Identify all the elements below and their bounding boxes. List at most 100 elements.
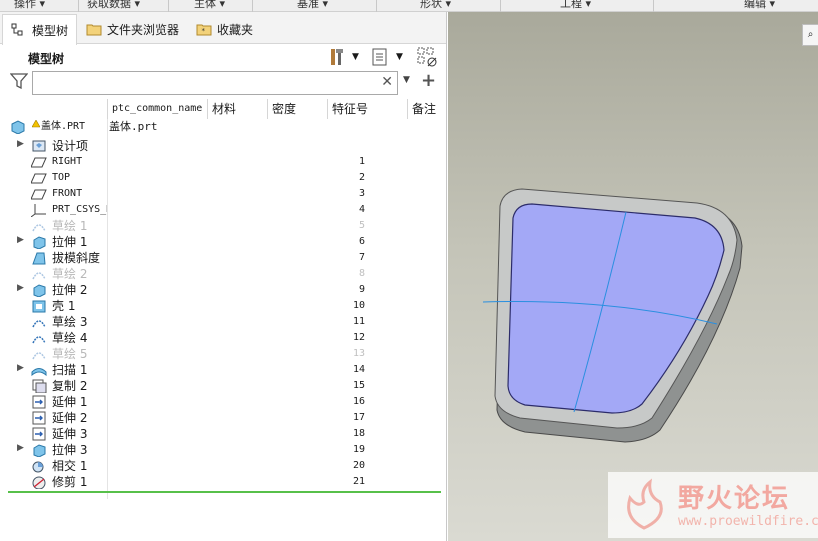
feature-number: 13 (352, 348, 365, 359)
expand-arrow-icon[interactable]: ▶ (17, 235, 24, 245)
feature-number: 15 (352, 380, 365, 391)
csys-icon (31, 204, 46, 217)
tree-row[interactable]: 延伸 1 16 (0, 394, 446, 410)
clear-icon[interactable]: ✕ (381, 74, 393, 90)
tree-row[interactable]: ▶ 拉伸 1 6 (0, 234, 446, 250)
tree-row-label: 拉伸 1 (52, 235, 88, 249)
datum-plane-icon (31, 189, 47, 200)
tab-model-tree[interactable]: 模型树 (2, 14, 78, 45)
feature-number: 12 (352, 332, 365, 343)
tree-row[interactable]: 延伸 2 17 (0, 410, 446, 426)
ribbon-group-engineering[interactable]: 工程 ▾ (560, 0, 591, 10)
tree-row[interactable]: ▶ 拉伸 2 9 (0, 282, 446, 298)
surface-patch (507, 203, 725, 414)
tree-row[interactable]: FRONT 3 (0, 186, 446, 202)
part-icon (11, 120, 25, 134)
sketch-icon (32, 224, 46, 232)
tree-row-label: 扫描 1 (52, 363, 88, 377)
tab-label: 文件夹浏览器 (107, 22, 180, 37)
feature-number: 20 (352, 460, 365, 471)
zoom-icon[interactable]: ⌕ (802, 24, 818, 46)
tab-label: 收藏夹 (217, 22, 254, 37)
design-items-icon (32, 140, 46, 152)
tree-row-label: 延伸 2 (52, 411, 88, 425)
tree-display-button[interactable] (416, 46, 438, 68)
tree-root-part[interactable]: 盖体.PRT 盖体.prt (0, 119, 446, 135)
chevron-down-icon[interactable]: ▼ (403, 75, 410, 85)
sketch-icon (32, 336, 46, 344)
column-header-common-name[interactable]: ptc_common_name (107, 99, 207, 119)
expand-arrow-icon[interactable]: ▶ (17, 139, 24, 149)
ribbon-group-shapes[interactable]: 形状 ▾ (420, 0, 451, 10)
flame-logo-icon (627, 478, 663, 530)
tree-row[interactable]: ▶ 设计项 (0, 138, 446, 154)
expand-arrow-icon[interactable]: ▶ (17, 283, 24, 293)
tree-row-label: 复制 2 (52, 379, 88, 393)
tree-row[interactable]: 草绘 1 5 (0, 218, 446, 234)
column-header-feature-number[interactable]: 特征号 (327, 99, 407, 119)
tree-row[interactable]: RIGHT 1 (0, 154, 446, 170)
tree-columns-button[interactable]: ▼ (372, 46, 403, 68)
model-tree-icon (11, 23, 23, 36)
ribbon-group-get-data[interactable]: 获取数据 ▾ (87, 0, 140, 10)
search-input[interactable] (33, 72, 373, 94)
feature-number: 9 (358, 284, 365, 295)
sketch-icon (32, 272, 46, 280)
tree-row[interactable]: PRT_CSYS_DEF 4 (0, 202, 446, 218)
tree-row[interactable]: 复制 2 15 (0, 378, 446, 394)
column-header-density[interactable]: 密度 (267, 99, 327, 119)
model-tree-title: 模型树 (28, 52, 65, 66)
tree-row-label: 草绘 1 (52, 219, 88, 233)
model-geometry (482, 188, 743, 443)
navigator-tabs: 模型树 文件夹浏览器 * 收藏夹 (0, 12, 446, 45)
tree-row[interactable]: 草绘 3 11 (0, 314, 446, 330)
sketch-icon (32, 320, 46, 328)
tree-row[interactable]: 壳 1 10 (0, 298, 446, 314)
tree-search-box[interactable]: ✕ (32, 71, 398, 95)
svg-text:*: * (202, 27, 206, 35)
column-header-material[interactable]: 材料 (207, 99, 267, 119)
ribbon-group-body[interactable]: 主体 ▾ (194, 0, 225, 10)
chevron-down-icon: ▼ (396, 52, 403, 62)
tree-row[interactable]: 草绘 5 13 (0, 346, 446, 362)
add-filter-button[interactable]: + (421, 70, 436, 91)
expand-arrow-icon[interactable]: ▶ (17, 363, 24, 373)
ribbon-group-datum[interactable]: 基准 ▾ (297, 0, 328, 10)
tab-folder-browser[interactable]: 文件夹浏览器 (78, 14, 187, 44)
feature-number: 19 (352, 444, 365, 455)
tree-row[interactable]: 草绘 4 12 (0, 330, 446, 346)
feature-number: 2 (358, 172, 365, 183)
tree-row[interactable]: ▶ 拉伸 3 19 (0, 442, 446, 458)
tree-row-label: FRONT (52, 188, 83, 199)
ribbon-group-editing[interactable]: 编辑 ▾ (744, 0, 775, 10)
ribbon-separator (78, 0, 79, 12)
extend-icon (32, 411, 46, 425)
insert-here-marker[interactable] (8, 491, 441, 493)
tree-row[interactable]: 修剪 1 21 (0, 474, 446, 490)
datum-plane-icon (31, 173, 47, 184)
ribbon-group-operations[interactable]: 操作 ▾ (14, 0, 45, 10)
tree-row[interactable]: ▶ 扫描 1 14 (0, 362, 446, 378)
tree-settings-button[interactable]: ▼ (328, 46, 359, 68)
tools-icon (331, 49, 343, 65)
tree-row[interactable]: 草绘 2 8 (0, 266, 446, 282)
tab-favorites[interactable]: * 收藏夹 (188, 14, 261, 44)
tree-row[interactable]: 拔模斜度 7 (0, 250, 446, 266)
feature-number: 17 (352, 412, 365, 423)
tree-row[interactable]: TOP 2 (0, 170, 446, 186)
chevron-down-icon: ▼ (352, 52, 359, 62)
expand-arrow-icon[interactable]: ▶ (17, 443, 24, 453)
tree-row[interactable]: 延伸 3 18 (0, 426, 446, 442)
feature-number: 4 (358, 204, 365, 215)
favorites-folder-icon: * (196, 24, 212, 36)
sketch-icon (32, 352, 46, 360)
column-header-notes[interactable]: 备注 (407, 99, 446, 119)
tree-row-label: 草绘 4 (52, 331, 88, 345)
filter-icon[interactable] (10, 73, 28, 89)
shell-icon (32, 300, 46, 313)
forum-watermark: 野火论坛 www.proewildfire.cn (608, 472, 818, 538)
tree-row-label: 草绘 5 (52, 347, 88, 361)
trim-icon (32, 476, 46, 489)
graphics-viewport[interactable]: ⌕ 野火论坛 www.proewildfire.cn (448, 12, 818, 541)
tree-row[interactable]: 相交 1 20 (0, 458, 446, 474)
